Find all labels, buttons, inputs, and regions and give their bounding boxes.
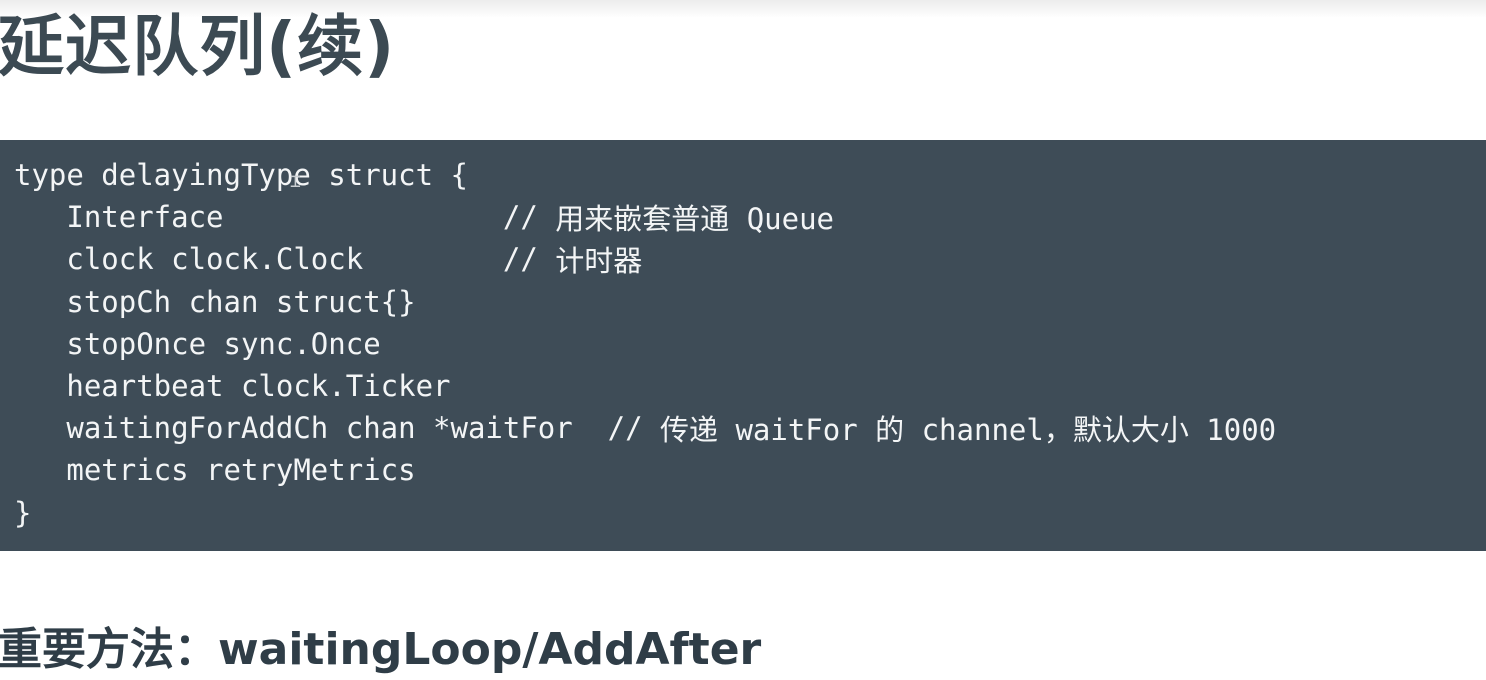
text-cursor-icon: ⌶ <box>290 171 301 192</box>
code-block: type delayingType struct { Interface // … <box>0 140 1486 551</box>
code-line: } <box>14 492 1486 534</box>
code-line: Interface // 用来嵌套普通 Queue <box>14 196 1486 238</box>
code-line-text: stopCh chan struct{} <box>14 284 416 319</box>
code-line: clock clock.Clock // 计时器 <box>14 238 1486 280</box>
code-line-text: metrics retryMetrics <box>14 453 416 488</box>
code-line: stopCh chan struct{} <box>14 281 1486 323</box>
code-line: type delayingType struct { <box>14 154 1486 196</box>
code-line-text: stopOnce sync.Once <box>14 326 381 361</box>
subheading: 重要方法：waitingLoop/AddAfter <box>0 624 762 675</box>
code-line-text: } <box>14 495 32 530</box>
code-comment: 传递 waitFor 的 channel，默认大小 1000 <box>642 413 1277 448</box>
code-line: heartbeat clock.Ticker <box>14 365 1486 407</box>
code-line-text: heartbeat clock.Ticker <box>14 369 451 404</box>
code-comment: 用来嵌套普通 Queue <box>537 202 835 237</box>
code-line: waitingForAddCh chan *waitFor // 传递 wait… <box>14 407 1486 449</box>
slide-title: 延迟队列(续) <box>0 8 396 85</box>
code-line-text: waitingForAddCh chan *waitFor // <box>14 411 643 446</box>
code-line-text: type delayingType struct { <box>14 158 468 193</box>
code-line: metrics retryMetrics <box>14 449 1486 491</box>
code-comment: 计时器 <box>537 244 643 279</box>
code-line: stopOnce sync.Once <box>14 323 1486 365</box>
code-line-text: clock clock.Clock // <box>14 242 538 277</box>
code-line-text: Interface // <box>14 200 538 235</box>
